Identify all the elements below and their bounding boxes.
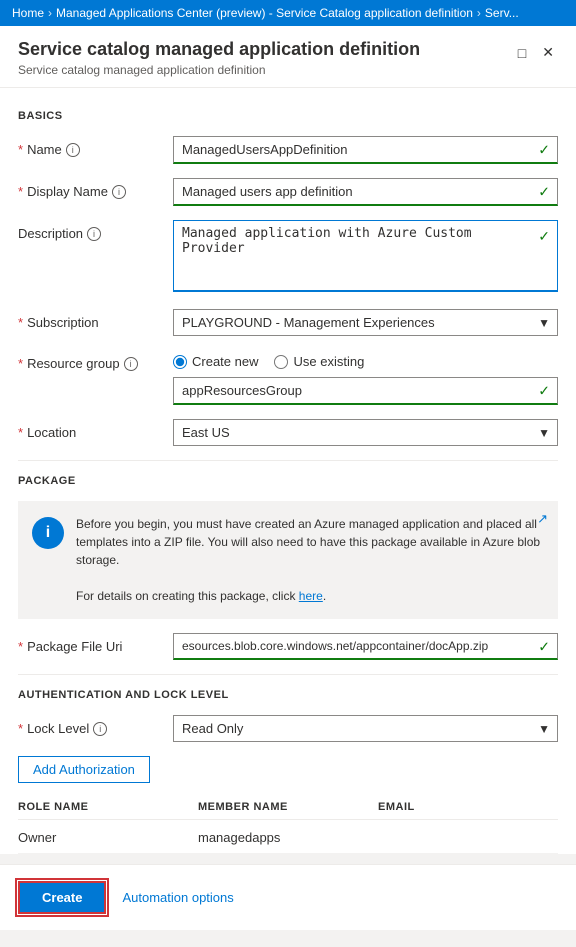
resource-group-check-icon: ✓: [538, 383, 550, 400]
lock-level-row: * Lock Level i Read Only ▼: [18, 715, 558, 742]
email-header: EMAIL: [378, 801, 558, 813]
table-row: Owner managedapps: [18, 822, 558, 854]
subscription-label: * Subscription: [18, 309, 173, 330]
name-label: * Name i: [18, 136, 173, 157]
name-input[interactable]: [173, 136, 558, 164]
lock-level-select-wrapper: Read Only ▼: [173, 715, 558, 742]
lock-level-required-star: *: [18, 721, 23, 736]
resource-group-use-existing-radio[interactable]: [274, 355, 288, 369]
footer: Create Automation options: [0, 864, 576, 930]
subscription-select-wrapper: PLAYGROUND - Management Experiences ▼: [173, 309, 558, 336]
add-authorization-button[interactable]: Add Authorization: [18, 756, 150, 783]
resource-group-row: * Resource group i Create new Use existi…: [18, 350, 558, 405]
package-info-text: Before you begin, you must have created …: [76, 515, 544, 605]
package-uri-row: * Package File Uri ✓: [18, 633, 558, 660]
member-name-header: MEMBER NAME: [198, 801, 378, 813]
resource-group-label: * Resource group i: [18, 350, 173, 371]
breadcrumb-sep-1: ›: [48, 6, 52, 20]
automation-options-link[interactable]: Automation options: [122, 890, 233, 905]
description-info-icon[interactable]: i: [87, 227, 101, 241]
breadcrumb-current: Serv...: [485, 6, 519, 20]
lock-level-info-icon[interactable]: i: [93, 722, 107, 736]
lock-level-label: * Lock Level i: [18, 715, 173, 736]
breadcrumb-home[interactable]: Home: [12, 6, 44, 20]
resource-group-input-wrapper: ✓: [173, 377, 558, 405]
close-icon-btn[interactable]: ✕: [538, 42, 558, 63]
location-select-wrapper: East US ▼: [173, 419, 558, 446]
breadcrumb-managed-apps[interactable]: Managed Applications Center (preview) - …: [56, 6, 473, 20]
package-uri-label: * Package File Uri: [18, 633, 173, 654]
resource-group-create-new[interactable]: Create new: [173, 354, 258, 369]
display-name-check-icon: ✓: [538, 184, 550, 201]
member-name-cell: managedapps: [198, 830, 378, 845]
subscription-required-star: *: [18, 315, 23, 330]
description-row: Description i Managed application with A…: [18, 220, 558, 295]
name-row: * Name i ✓: [18, 136, 558, 164]
display-name-row: * Display Name i ✓: [18, 178, 558, 206]
description-textarea-wrapper: Managed application with Azure Custom Pr…: [173, 220, 558, 295]
display-name-input-wrapper: ✓: [173, 178, 558, 206]
resource-group-input-row: ✓: [173, 377, 558, 405]
display-name-required-star: *: [18, 184, 23, 199]
window-icon-btn[interactable]: □: [514, 43, 530, 63]
location-label: * Location: [18, 419, 173, 440]
resource-group-radio-group: Create new Use existing: [173, 350, 558, 369]
main-content: BASICS * Name i ✓ * Display Name i ✓: [0, 88, 576, 854]
create-button[interactable]: Create: [18, 881, 106, 914]
package-info-icon: i: [32, 517, 64, 549]
auth-section-title: AUTHENTICATION AND LOCK LEVEL: [18, 689, 558, 701]
breadcrumb: Home › Managed Applications Center (prev…: [0, 0, 576, 26]
name-check-icon: ✓: [538, 142, 550, 159]
location-required-star: *: [18, 425, 23, 440]
location-select[interactable]: East US: [173, 419, 558, 446]
package-uri-input-wrapper: ✓: [173, 633, 558, 660]
email-cell: [378, 830, 558, 845]
breadcrumb-sep-2: ›: [477, 6, 481, 20]
package-info-box: i Before you begin, you must have create…: [18, 501, 558, 619]
auth-table-header: ROLE NAME MEMBER NAME EMAIL: [18, 795, 558, 820]
display-name-input[interactable]: [173, 178, 558, 206]
auth-section: Add Authorization ROLE NAME MEMBER NAME …: [18, 756, 558, 854]
subscription-row: * Subscription PLAYGROUND - Management E…: [18, 309, 558, 336]
resource-group-input[interactable]: [173, 377, 558, 405]
package-info-link[interactable]: here: [299, 589, 323, 603]
resource-group-info-icon[interactable]: i: [124, 357, 138, 371]
description-label: Description i: [18, 220, 173, 241]
name-required-star: *: [18, 142, 23, 157]
package-uri-required-star: *: [18, 639, 23, 654]
package-uri-check-icon: ✓: [538, 638, 550, 655]
page-header: Service catalog managed application defi…: [0, 26, 576, 88]
package-uri-input[interactable]: [173, 633, 558, 660]
page-subtitle: Service catalog managed application defi…: [18, 63, 420, 87]
page-title: Service catalog managed application defi…: [18, 38, 420, 61]
description-textarea[interactable]: Managed application with Azure Custom Pr…: [173, 220, 558, 292]
role-name-header: ROLE NAME: [18, 801, 198, 813]
subscription-select[interactable]: PLAYGROUND - Management Experiences: [173, 309, 558, 336]
display-name-label: * Display Name i: [18, 178, 173, 199]
description-check-icon: ✓: [538, 228, 550, 245]
basics-section-title: BASICS: [18, 110, 558, 122]
location-row: * Location East US ▼: [18, 419, 558, 446]
resource-group-required-star: *: [18, 356, 23, 371]
basics-divider: [18, 460, 558, 461]
resource-group-create-new-radio[interactable]: [173, 355, 187, 369]
role-name-cell: Owner: [18, 830, 198, 845]
package-section-title: PACKAGE: [18, 475, 558, 487]
name-input-wrapper: ✓: [173, 136, 558, 164]
display-name-info-icon[interactable]: i: [112, 185, 126, 199]
resource-group-use-existing[interactable]: Use existing: [274, 354, 364, 369]
external-link-icon[interactable]: ↗: [537, 511, 548, 527]
lock-level-select[interactable]: Read Only: [173, 715, 558, 742]
name-info-icon[interactable]: i: [66, 143, 80, 157]
package-divider: [18, 674, 558, 675]
